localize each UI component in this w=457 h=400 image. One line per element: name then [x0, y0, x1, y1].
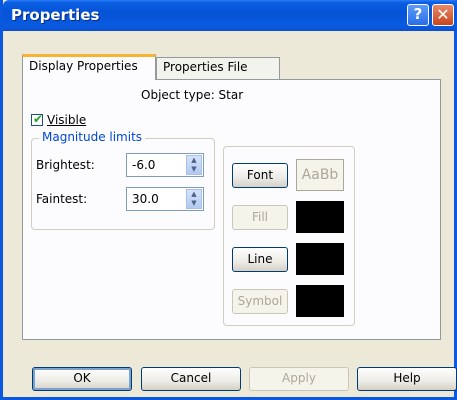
symbol-button[interactable]: Symbol: [232, 289, 288, 314]
close-icon[interactable]: ✕: [432, 4, 454, 26]
visible-label: Visible: [47, 112, 87, 127]
object-type-label: Object type: Star: [141, 88, 244, 102]
style-group: Font AaBb Fill Line Symbol: [223, 146, 355, 326]
help-icon[interactable]: ?: [407, 4, 429, 26]
magnitude-limits-group: Magnitude limits Brightest: -6.0 ▲ ▼ Fai…: [31, 130, 215, 230]
brightest-value[interactable]: -6.0: [132, 158, 155, 172]
font-sample: AaBb: [296, 159, 344, 191]
spin-down-icon[interactable]: ▼: [187, 199, 201, 208]
faintest-spin-buttons[interactable]: ▲ ▼: [186, 189, 202, 209]
apply-button[interactable]: Apply: [249, 367, 349, 391]
display-properties-panel: Object type: Star ✔ Visible Magnitude li…: [22, 79, 441, 340]
brightest-spin-buttons[interactable]: ▲ ▼: [186, 155, 202, 175]
brightest-spinner[interactable]: -6.0 ▲ ▼: [126, 153, 204, 177]
tab-display-properties[interactable]: Display Properties: [22, 54, 156, 80]
cancel-button[interactable]: Cancel: [141, 367, 241, 391]
properties-dialog: Properties ? ✕ Display Properties Proper…: [0, 0, 457, 400]
spin-up-icon[interactable]: ▲: [187, 190, 201, 199]
line-button[interactable]: Line: [232, 247, 288, 272]
faintest-value[interactable]: 30.0: [132, 192, 159, 206]
brightest-label: Brightest:: [36, 158, 95, 172]
ok-button[interactable]: OK: [32, 367, 132, 391]
font-button[interactable]: Font: [232, 163, 288, 188]
checkmark-icon: ✔: [33, 111, 44, 126]
spin-down-icon[interactable]: ▼: [187, 165, 201, 174]
visible-checkbox[interactable]: ✔: [31, 111, 44, 126]
symbol-color-swatch: [296, 285, 344, 317]
line-color-swatch: [296, 243, 344, 275]
title-bar[interactable]: Properties ? ✕: [3, 0, 457, 31]
visible-checkbox-row[interactable]: ✔ Visible: [31, 112, 86, 127]
spin-up-icon[interactable]: ▲: [187, 156, 201, 165]
magnitude-limits-legend: Magnitude limits: [39, 130, 146, 144]
fill-button[interactable]: Fill: [232, 205, 288, 230]
window-title: Properties: [11, 6, 100, 24]
faintest-label: Faintest:: [36, 192, 88, 206]
help-button[interactable]: Help: [357, 367, 457, 391]
faintest-spinner[interactable]: 30.0 ▲ ▼: [126, 187, 204, 211]
tab-properties-file[interactable]: Properties File: [156, 57, 280, 79]
fill-color-swatch: [296, 201, 344, 233]
